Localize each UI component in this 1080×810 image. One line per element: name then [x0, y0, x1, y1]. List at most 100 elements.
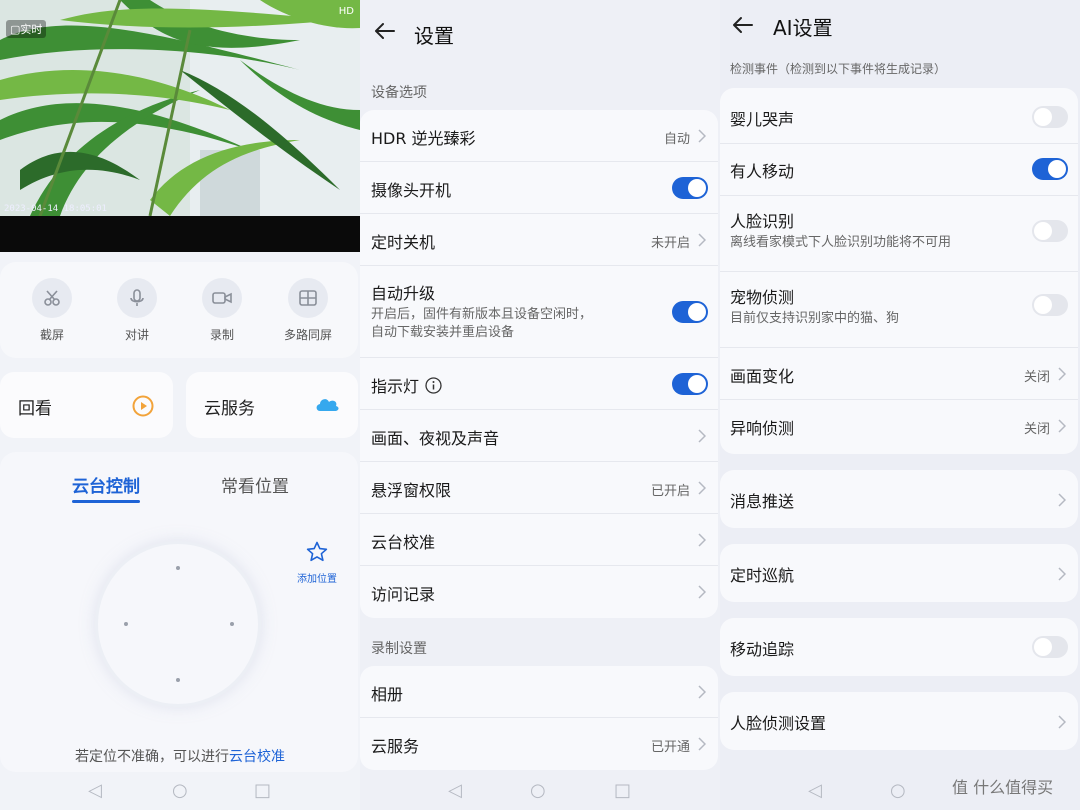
row-label: 定时关机 — [371, 233, 436, 252]
row-label: 自动升级 — [371, 284, 436, 303]
nav-home-icon[interactable]: ○ — [530, 780, 546, 801]
row-value: 未开启 — [650, 236, 690, 251]
auto-upgrade-toggle[interactable] — [672, 301, 708, 323]
video-watermark: HD — [338, 6, 354, 17]
site-watermark: 值 什么值得买 — [952, 778, 1054, 797]
back-arrow-icon[interactable] — [372, 18, 398, 48]
detection-events-list: 婴儿哭声 有人移动 人脸识别 离线看家模式下人脸识别功能将不可用 宠物侦测 目前… — [720, 88, 1078, 454]
tab-ptz-control[interactable]: 云台控制 — [72, 472, 140, 497]
toggle-knob — [1034, 108, 1052, 126]
message-push-row[interactable]: 消息推送 — [720, 470, 1078, 528]
chevron-right-icon — [698, 532, 707, 551]
motion-tracking-card: 移动追踪 — [720, 618, 1078, 676]
floating-window-row[interactable]: 悬浮窗权限 已开启 — [360, 462, 718, 514]
ptz-card: 云台控制 常看位置 添加位置 若定位不准确，可以进行云台校准 — [0, 452, 358, 772]
active-tab-indicator — [72, 500, 140, 503]
abnormal-sound-row[interactable]: 异响侦测 关闭 — [720, 400, 1078, 454]
toggle-knob — [688, 303, 706, 321]
message-push-card: 消息推送 — [720, 470, 1078, 528]
indicator-light-toggle[interactable] — [672, 373, 708, 395]
multi-view-icon — [288, 278, 328, 318]
image-night-sound-row[interactable]: 画面、夜视及声音 — [360, 410, 718, 462]
access-log-row[interactable]: 访问记录 — [360, 566, 718, 618]
nav-home-icon[interactable]: ○ — [172, 780, 188, 801]
tab-frequent-positions[interactable]: 常看位置 — [221, 472, 289, 497]
joystick-right-dot — [230, 622, 234, 626]
row-label: HDR 逆光臻彩 — [371, 129, 476, 148]
chevron-right-icon — [1058, 714, 1067, 733]
scissors-icon — [32, 278, 72, 318]
live-video-view[interactable]: ▢实时 HD 2023-04-14 18:05:01 — [0, 0, 360, 216]
nav-recents-icon[interactable]: □ — [254, 780, 271, 801]
add-position-button[interactable]: 添加位置 — [293, 540, 341, 585]
row-label: 人脸识别 — [730, 212, 795, 231]
pet-detection-toggle[interactable] — [1032, 294, 1068, 316]
toggle-knob — [1034, 638, 1052, 656]
row-label: 访问记录 — [371, 585, 436, 604]
nav-recents-icon[interactable]: □ — [614, 780, 631, 801]
recording-settings-list: 相册 云服务 已开通 — [360, 666, 718, 770]
ai-settings-panel: AI设置 检测事件（检测到以下事件将生成记录） 婴儿哭声 有人移动 人脸识别 离… — [720, 0, 1080, 810]
scheduled-cruise-row[interactable]: 定时巡航 — [720, 544, 1078, 602]
row-label: 画面、夜视及声音 — [371, 429, 500, 448]
record-button[interactable]: 录制 — [182, 278, 262, 343]
calibration-link[interactable]: 云台校准 — [229, 749, 285, 765]
row-value: 已开启 — [650, 484, 690, 499]
camera-control-panel: ▢实时 HD 2023-04-14 18:05:01 截屏 对讲 录制 多路同屏… — [0, 0, 360, 810]
info-icon[interactable] — [425, 377, 442, 398]
intercom-button[interactable]: 对讲 — [97, 278, 177, 343]
add-position-label: 添加位置 — [297, 574, 337, 585]
ptz-calibration-row[interactable]: 云台校准 — [360, 514, 718, 566]
nav-back-icon[interactable]: ◁ — [448, 780, 462, 801]
baby-cry-row: 婴儿哭声 — [720, 88, 1078, 144]
playback-label: 回看 — [18, 399, 52, 419]
joystick-left-dot — [124, 622, 128, 626]
toggle-knob — [688, 179, 706, 197]
row-label-wrap: 指示灯 — [371, 373, 442, 398]
person-motion-toggle[interactable] — [1032, 158, 1068, 180]
chevron-right-icon — [1058, 492, 1067, 511]
baby-cry-toggle[interactable] — [1032, 106, 1068, 128]
row-description: 目前仅支持识别家中的猫、狗 — [730, 311, 900, 326]
face-recognition-toggle[interactable] — [1032, 220, 1068, 242]
cloud-service-card[interactable]: 云服务 — [186, 372, 358, 438]
row-label: 云台校准 — [371, 533, 436, 552]
chevron-right-icon — [1058, 566, 1067, 585]
indicator-light-row: 指示灯 — [360, 358, 718, 410]
row-label: 相册 — [371, 685, 404, 704]
page-title: 设置 — [414, 24, 454, 48]
row-label: 摄像头开机 — [371, 181, 452, 200]
back-arrow-icon[interactable] — [730, 12, 756, 42]
playback-card[interactable]: 回看 — [0, 372, 173, 438]
hdr-row[interactable]: HDR 逆光臻彩 自动 — [360, 110, 718, 162]
tools-card: 截屏 对讲 录制 多路同屏 — [0, 262, 358, 358]
chevron-right-icon — [698, 480, 707, 499]
row-label: 画面变化 — [730, 367, 795, 386]
calibration-tip: 若定位不准确，可以进行云台校准 — [0, 746, 360, 766]
scheduled-off-row[interactable]: 定时关机 未开启 — [360, 214, 718, 266]
motion-tracking-toggle[interactable] — [1032, 636, 1068, 658]
ptz-joystick[interactable] — [98, 544, 258, 704]
album-row[interactable]: 相册 — [360, 666, 718, 718]
row-label: 婴儿哭声 — [730, 110, 795, 129]
camera-power-toggle[interactable] — [672, 177, 708, 199]
chevron-right-icon — [1058, 366, 1067, 385]
nav-back-icon[interactable]: ◁ — [88, 780, 102, 801]
multi-view-button[interactable]: 多路同屏 — [268, 278, 348, 343]
toggle-knob — [688, 375, 706, 393]
screenshot-button[interactable]: 截屏 — [12, 278, 92, 343]
live-badge: ▢实时 — [6, 20, 47, 38]
page-title: AI设置 — [773, 16, 833, 40]
camera-power-row: 摄像头开机 — [360, 162, 718, 214]
scene-change-row[interactable]: 画面变化 关闭 — [720, 348, 1078, 400]
nav-back-icon[interactable]: ◁ — [808, 780, 822, 801]
device-options-list: HDR 逆光臻彩 自动 摄像头开机 定时关机 未开启 自动升级 开启后，固件有新… — [360, 110, 718, 618]
cloud-service-row[interactable]: 云服务 已开通 — [360, 718, 718, 770]
nav-home-icon[interactable]: ○ — [890, 780, 906, 801]
row-label: 消息推送 — [730, 492, 795, 511]
motion-tracking-row: 移动追踪 — [720, 618, 1078, 676]
row-label: 悬浮窗权限 — [371, 481, 452, 500]
microphone-icon — [117, 278, 157, 318]
tool-label: 多路同屏 — [283, 328, 332, 342]
face-detection-settings-row[interactable]: 人脸侦测设置 — [720, 692, 1078, 750]
